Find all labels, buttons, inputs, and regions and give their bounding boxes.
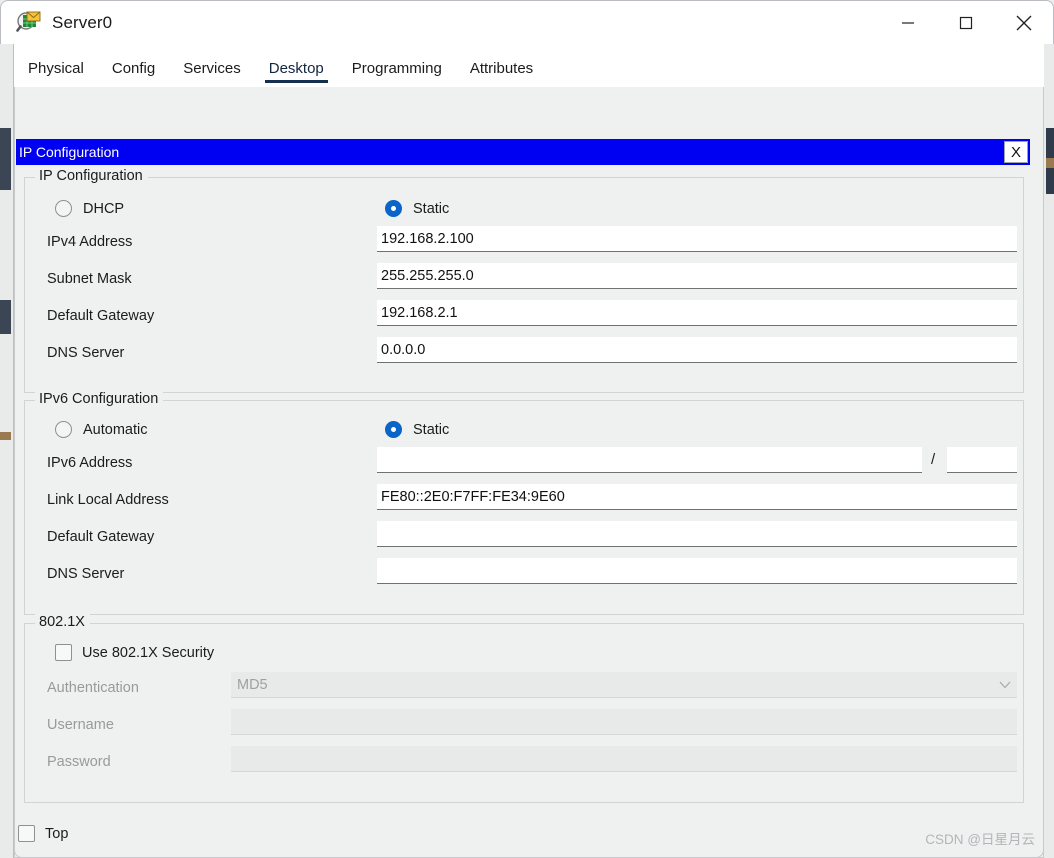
- window-title: Server0: [52, 12, 113, 32]
- ipv4-dns-server-input[interactable]: [377, 337, 1017, 363]
- ipv4-address-label: IPv4 Address: [47, 234, 133, 250]
- ip-configuration-titlebar: IP Configuration X: [16, 139, 1030, 165]
- dot1x-username-label: Username: [47, 717, 114, 733]
- tab-desktop[interactable]: Desktop: [255, 60, 338, 87]
- maximize-icon: [959, 16, 973, 29]
- ipv6-address-input[interactable]: [377, 447, 922, 473]
- tab-services[interactable]: Services: [169, 60, 255, 87]
- ipv6-prefix-separator: /: [931, 451, 936, 468]
- ipv6-link-local-input[interactable]: [377, 484, 1017, 510]
- ipv6-prefix-length-input[interactable]: [947, 447, 1017, 473]
- ipv6-configuration-group: IPv6 Configuration Automatic Static IPv6…: [24, 391, 1024, 615]
- ipv4-default-gateway-label: Default Gateway: [47, 308, 155, 324]
- radio-off-icon: [55, 200, 72, 217]
- ipv4-static-label: Static: [413, 200, 450, 217]
- ipv6-group-title: IPv6 Configuration: [35, 391, 164, 407]
- dot1x-authentication-label: Authentication: [47, 680, 139, 696]
- dot1x-group-title: 802.1X: [35, 614, 90, 630]
- ipv4-static-radio[interactable]: Static: [385, 200, 449, 217]
- ipv4-group-title: IP Configuration: [35, 168, 148, 184]
- packet-tracer-device-icon: [16, 10, 42, 36]
- dot1x-authentication-value: MD5: [237, 676, 268, 693]
- tab-bar: Physical Config Services Desktop Program…: [14, 44, 1044, 87]
- ipv6-dns-server-input[interactable]: [377, 558, 1017, 584]
- radio-on-icon: [385, 200, 402, 217]
- ipv4-dhcp-radio[interactable]: DHCP: [55, 200, 124, 217]
- tab-attributes[interactable]: Attributes: [456, 60, 547, 87]
- ipv6-automatic-radio[interactable]: Automatic: [55, 421, 147, 438]
- top-checkbox-label: Top: [45, 825, 69, 842]
- ipv4-subnet-mask-label: Subnet Mask: [47, 271, 132, 287]
- maximize-button[interactable]: [937, 1, 995, 45]
- ipv4-subnet-mask-input[interactable]: [377, 263, 1017, 289]
- csdn-watermark: CSDN @日星月云: [925, 832, 1035, 847]
- ipv4-dns-server-label: DNS Server: [47, 345, 125, 361]
- dot1x-username-input[interactable]: [231, 709, 1017, 735]
- ip-configuration-body: IP Configuration DHCP Static IPv4 Addres…: [16, 165, 1030, 846]
- radio-off-icon: [55, 421, 72, 438]
- tab-programming[interactable]: Programming: [338, 60, 456, 87]
- ip-configuration-dialog: IP Configuration X IP Configuration DHCP: [16, 139, 1030, 846]
- minimize-button[interactable]: [879, 1, 937, 45]
- checkbox-unchecked-icon: [55, 644, 72, 661]
- ipv6-link-local-label: Link Local Address: [47, 492, 169, 508]
- ipv6-static-radio[interactable]: Static: [385, 421, 449, 438]
- ipv4-dhcp-label: DHCP: [83, 200, 125, 217]
- close-icon: [1016, 15, 1032, 30]
- use-dot1x-security-label: Use 802.1X Security: [82, 644, 215, 661]
- checkbox-unchecked-icon: [18, 825, 35, 842]
- ipv6-default-gateway-input[interactable]: [377, 521, 1017, 547]
- ipv6-static-label: Static: [413, 421, 450, 438]
- close-button[interactable]: [995, 1, 1053, 45]
- top-checkbox[interactable]: Top: [18, 825, 68, 842]
- chevron-down-icon: [999, 679, 1011, 691]
- radio-on-icon: [385, 421, 402, 438]
- dot1x-group: 802.1X Use 802.1X Security Authenticatio…: [24, 614, 1024, 803]
- minimize-icon: [902, 21, 914, 24]
- ip-configuration-close-button[interactable]: X: [1004, 141, 1028, 163]
- ipv6-automatic-label: Automatic: [83, 421, 148, 438]
- use-dot1x-security-checkbox[interactable]: Use 802.1X Security: [55, 644, 214, 661]
- ipv4-default-gateway-input[interactable]: [377, 300, 1017, 326]
- ipv6-dns-server-label: DNS Server: [47, 566, 125, 582]
- dot1x-password-input[interactable]: [231, 746, 1017, 772]
- window-titlebar: Server0: [0, 0, 1054, 44]
- tab-physical[interactable]: Physical: [14, 60, 98, 87]
- ip-configuration-title: IP Configuration: [19, 144, 120, 160]
- ipv4-address-input[interactable]: [377, 226, 1017, 252]
- dot1x-authentication-select[interactable]: MD5: [231, 672, 1017, 698]
- desktop-content-panel: IP Configuration X IP Configuration DHCP: [14, 87, 1044, 858]
- window-controls: [879, 1, 1053, 45]
- ipv4-configuration-group: IP Configuration DHCP Static IPv4 Addres…: [24, 168, 1024, 393]
- ipv6-default-gateway-label: Default Gateway: [47, 529, 155, 545]
- window-body: Physical Config Services Desktop Program…: [0, 44, 1054, 858]
- window-footer: Top CSDN @日星月云: [14, 814, 1044, 858]
- dot1x-password-label: Password: [47, 754, 111, 770]
- ipv6-address-label: IPv6 Address: [47, 455, 133, 471]
- tab-config[interactable]: Config: [98, 60, 169, 87]
- device-window: Server0 Physical Config Services Desktop…: [0, 0, 1054, 858]
